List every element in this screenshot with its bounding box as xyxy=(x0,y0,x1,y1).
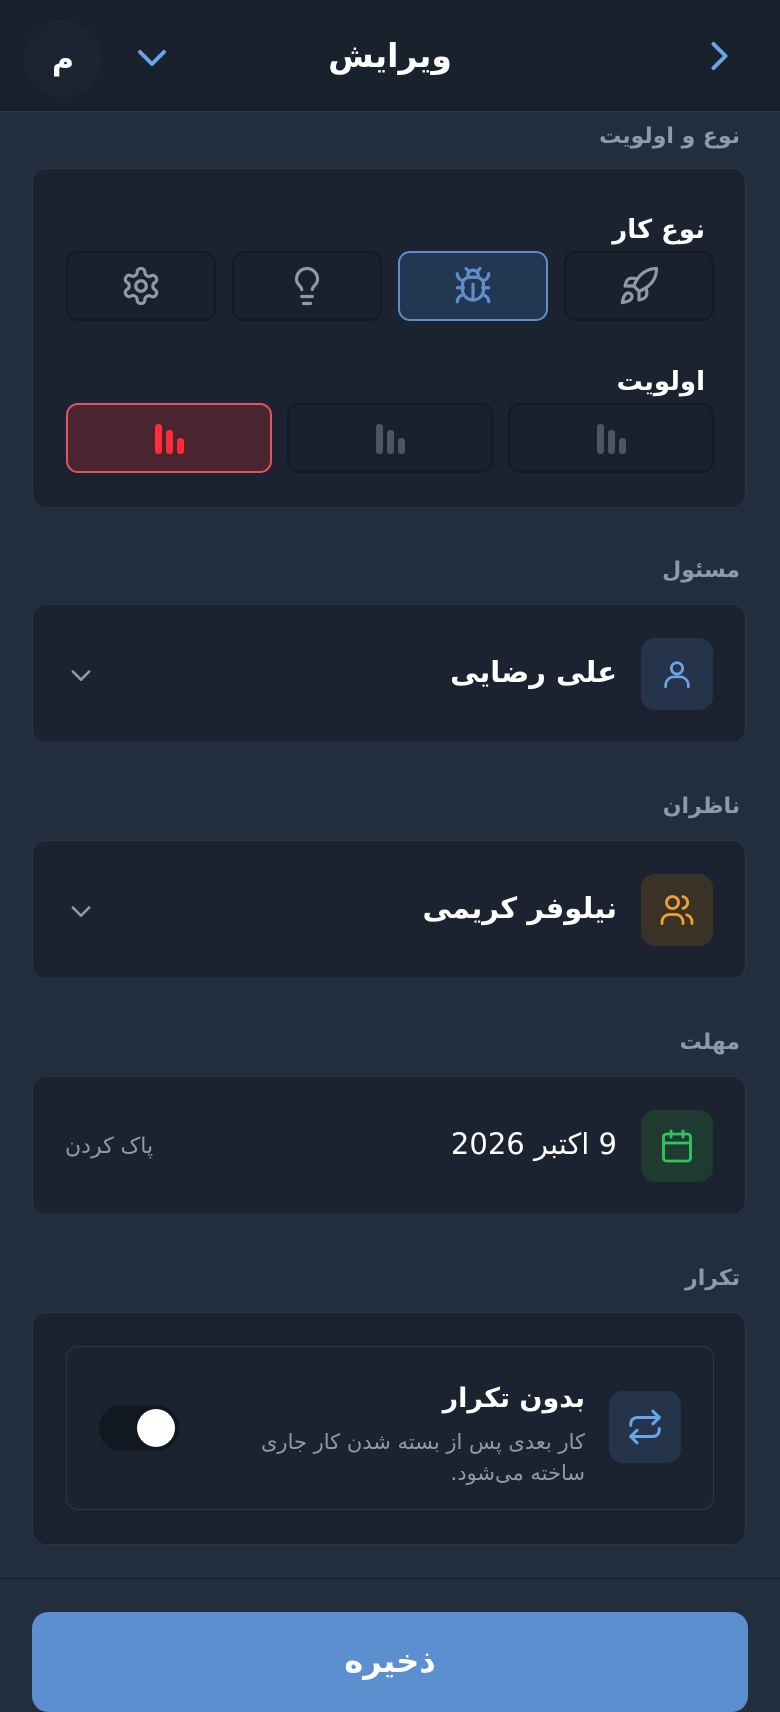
bug-icon xyxy=(455,266,491,304)
gear-icon xyxy=(123,266,159,306)
repeat-title: بدون تکرار xyxy=(442,1383,585,1414)
deadline-picker[interactable]: 9 اکتبر 2026 پاک کردن xyxy=(32,1076,746,1215)
rocket-icon xyxy=(620,266,659,305)
calendar-icon xyxy=(662,1129,692,1163)
priority-option-medium[interactable] xyxy=(287,403,493,473)
watchers-section-label: ناظران xyxy=(662,794,740,819)
avatar[interactable]: م xyxy=(24,20,102,98)
repeat-section-label: تکرار xyxy=(685,1266,740,1291)
deadline-date: 9 اکتبر 2026 xyxy=(450,1127,617,1161)
priority-low-icon xyxy=(596,422,626,454)
type-option-rocket[interactable] xyxy=(564,251,714,321)
priority-label: اولویت xyxy=(616,367,705,397)
deadline-section-label: مهلت xyxy=(679,1030,740,1055)
watcher-name: نیلوفر کریمی xyxy=(422,891,617,925)
type-option-settings[interactable] xyxy=(66,251,216,321)
task-type-label: نوع کار xyxy=(612,215,705,245)
top-app-bar: ویرایش م xyxy=(0,0,780,112)
type-option-bug[interactable] xyxy=(398,251,548,321)
priority-option-low[interactable] xyxy=(508,403,714,473)
priority-medium-icon xyxy=(375,422,405,454)
repeat-icon-box xyxy=(609,1391,681,1463)
repeat-option[interactable]: بدون تکرار کار بعدی پس از بسته شدن کار ج… xyxy=(66,1346,714,1510)
chevron-down-icon xyxy=(71,670,91,681)
watchers-dropdown-chevron xyxy=(67,897,95,925)
assignee-section-label: مسئول xyxy=(662,558,740,583)
deadline-icon-box xyxy=(641,1110,713,1182)
chevron-down-icon xyxy=(138,50,166,66)
repeat-description: کار بعدی پس از بسته شدن کار جاری ساخته م… xyxy=(260,1430,585,1485)
page-title: ویرایش xyxy=(328,36,452,75)
assignee-name: علی رضایی xyxy=(450,655,617,689)
repeat-icon xyxy=(629,1409,661,1445)
options-dropdown-button[interactable] xyxy=(134,40,170,76)
repeat-card: بدون تکرار کار بعدی پس از بسته شدن کار ج… xyxy=(32,1312,746,1545)
watchers-selector[interactable]: نیلوفر کریمی xyxy=(32,840,746,979)
repeat-toggle[interactable] xyxy=(99,1405,179,1451)
user-icon xyxy=(664,661,690,689)
priority-option-high[interactable] xyxy=(66,403,272,473)
type-priority-section-label: نوع و اولویت xyxy=(599,124,740,149)
footer-divider xyxy=(0,1578,780,1579)
assignee-dropdown-chevron xyxy=(67,661,95,689)
assignee-selector[interactable]: علی رضایی xyxy=(32,604,746,743)
chevron-down-icon xyxy=(71,906,91,917)
watchers-icon-box xyxy=(641,874,713,946)
toggle-knob xyxy=(137,1409,175,1447)
lightbulb-icon xyxy=(294,267,320,306)
users-icon xyxy=(660,895,694,925)
type-option-idea[interactable] xyxy=(232,251,382,321)
priority-high-icon xyxy=(154,422,184,454)
type-priority-card: نوع کار اولویت xyxy=(32,168,746,508)
save-button[interactable]: ذخیره xyxy=(32,1612,748,1712)
assignee-icon-box xyxy=(641,638,713,710)
clear-deadline-button[interactable]: پاک کردن xyxy=(65,1134,153,1159)
